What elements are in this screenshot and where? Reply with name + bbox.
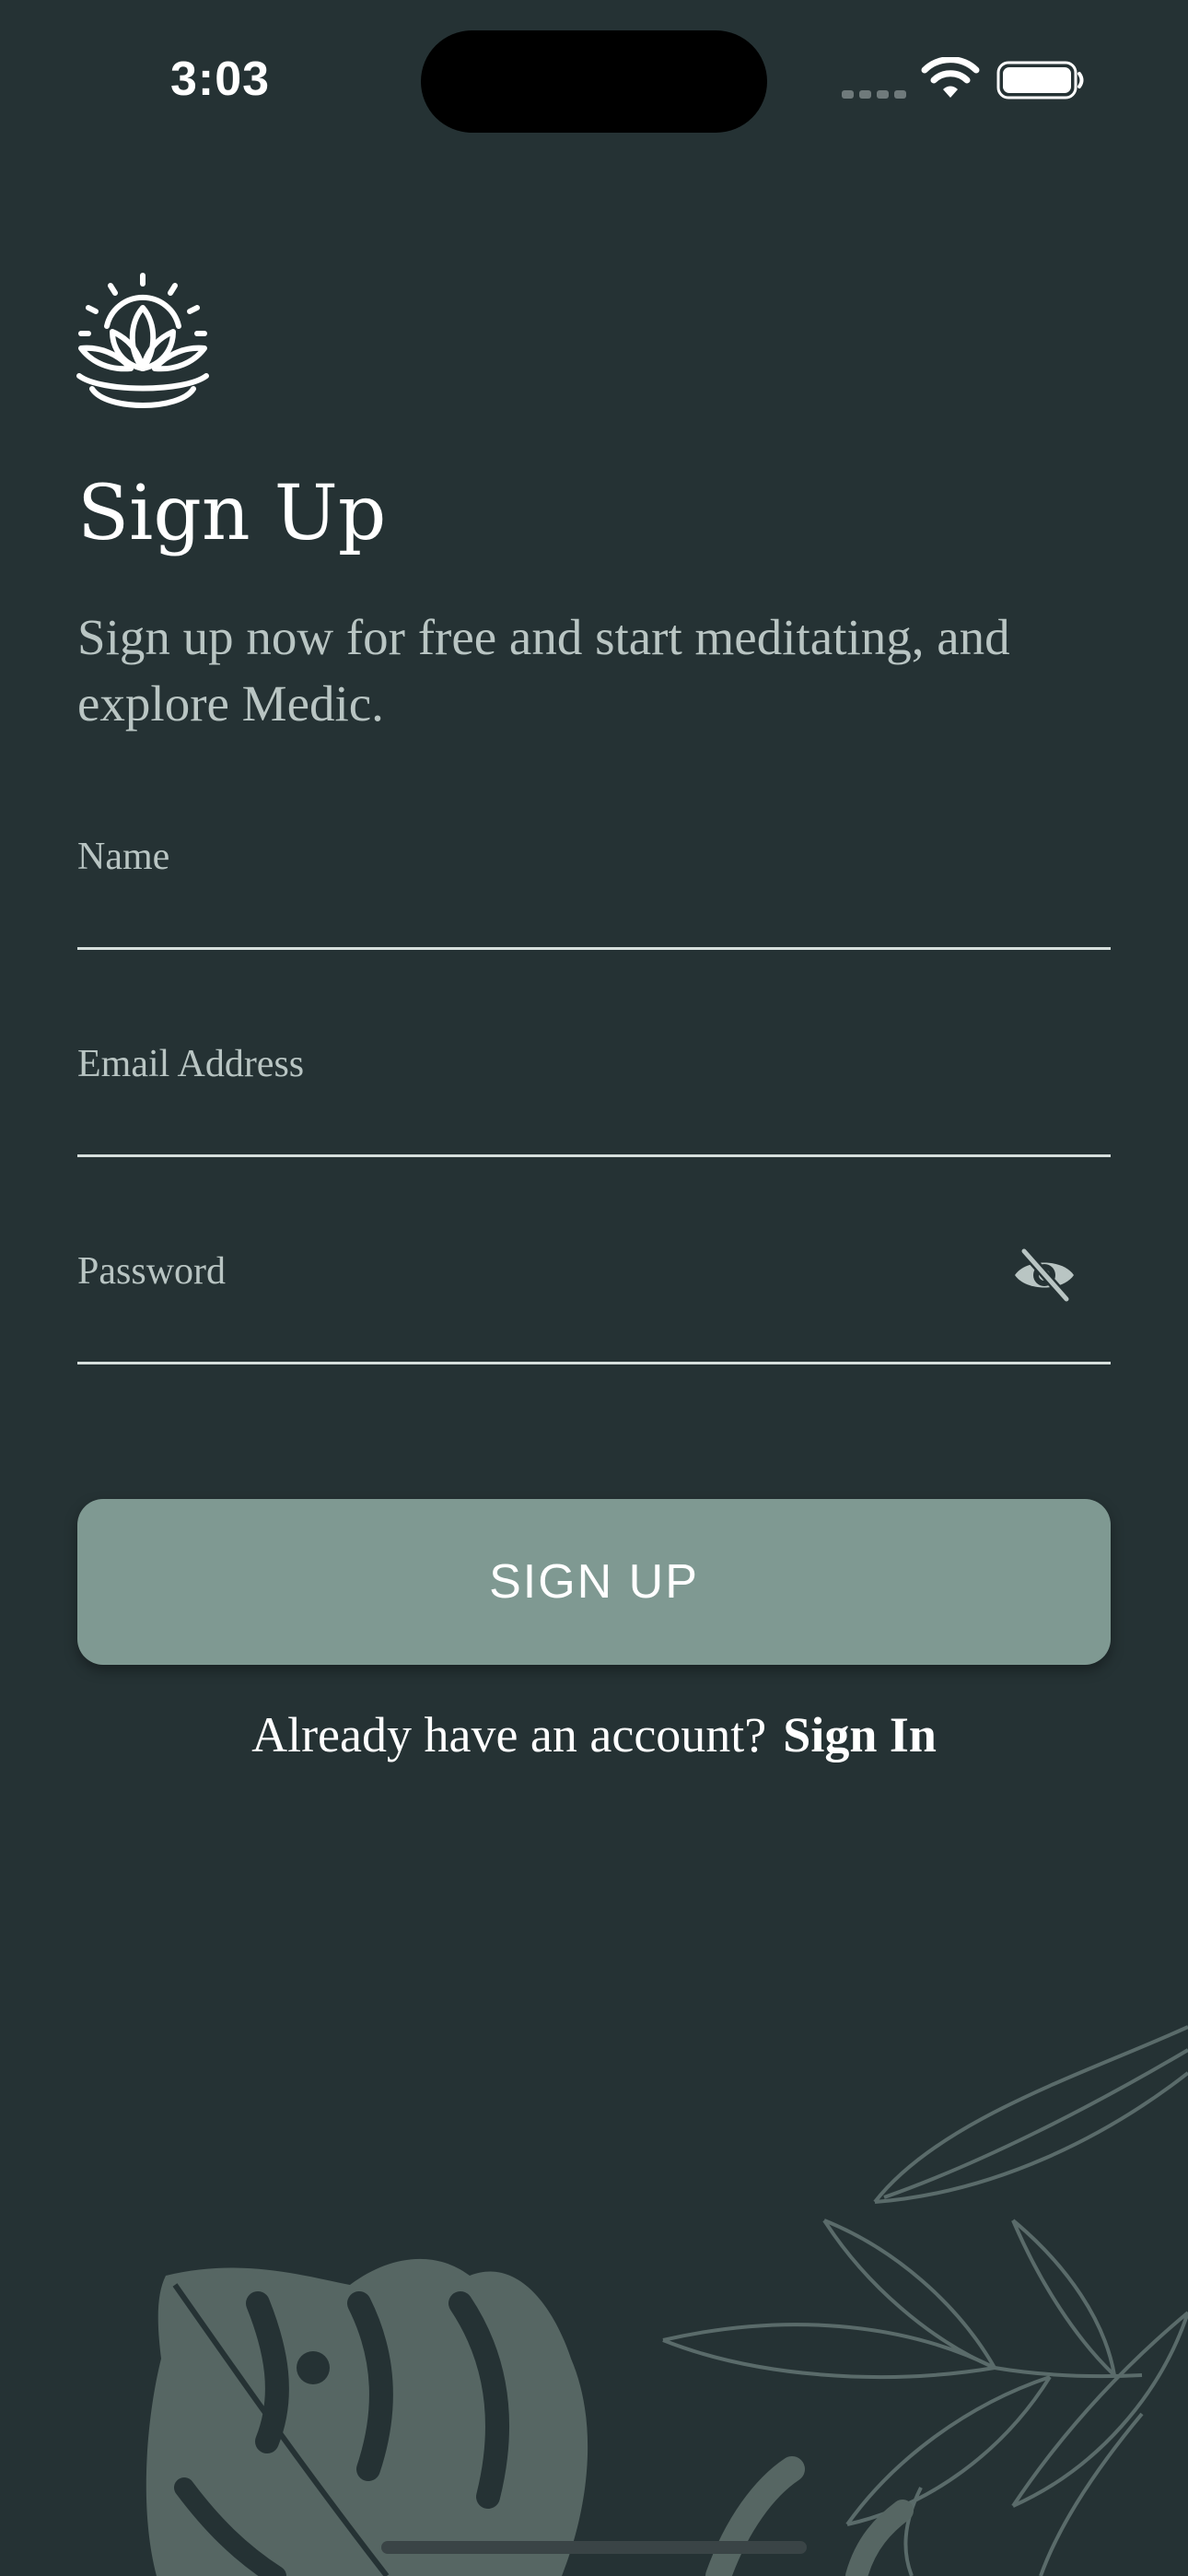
lotus-sun-icon: [76, 273, 209, 408]
sign-in-link[interactable]: Sign In: [783, 1707, 937, 1762]
signin-prompt-row: Already have an account? Sign In: [0, 1706, 1188, 1763]
password-input[interactable]: [77, 1242, 1114, 1364]
password-field[interactable]: Password: [77, 1242, 1114, 1364]
name-input[interactable]: [77, 827, 1114, 949]
dynamic-island: [421, 30, 767, 133]
sign-up-button[interactable]: SIGN UP: [77, 1499, 1111, 1665]
page-title: Sign Up: [77, 470, 387, 557]
page-subtitle: Sign up now for free and start meditatin…: [77, 609, 1010, 732]
home-indicator: [381, 2541, 807, 2554]
wifi-icon: [921, 57, 980, 98]
eye-off-icon[interactable]: [1011, 1246, 1077, 1305]
email-field[interactable]: Email Address: [77, 1035, 1114, 1157]
cellular-signal-icon: [842, 90, 906, 99]
battery-icon: [996, 61, 1084, 100]
leaf-decoration: [146, 2025, 1188, 2576]
email-input[interactable]: [77, 1035, 1114, 1156]
status-time: 3:03: [170, 53, 271, 106]
name-field[interactable]: Name: [77, 827, 1114, 950]
signup-screen: 3:03 Sign Up Sign up now for free and st…: [0, 0, 1188, 2576]
signin-prompt-text: Already have an account?: [251, 1707, 767, 1762]
